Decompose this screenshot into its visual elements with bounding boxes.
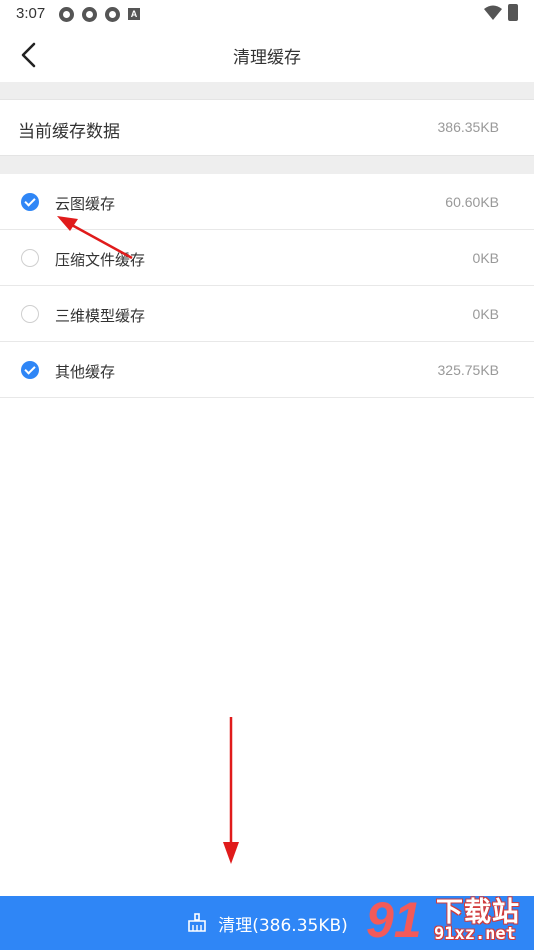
- checkbox-unchecked-icon[interactable]: [21, 305, 39, 323]
- status-time: 3:07: [16, 5, 46, 22]
- battery-icon: [508, 4, 518, 21]
- wifi-icon: [484, 5, 502, 20]
- watermark-url: 91xz.net: [434, 924, 516, 944]
- section-divider: [0, 156, 534, 174]
- cache-item-cloud-map[interactable]: 云图缓存 60.60KB: [0, 174, 534, 230]
- checkbox-checked-icon[interactable]: [21, 193, 39, 211]
- cache-item-label: 压缩文件缓存: [55, 251, 146, 269]
- total-cache-label: 当前缓存数据: [18, 122, 120, 142]
- cache-item-size: 60.60KB: [445, 194, 499, 210]
- cache-item-label: 云图缓存: [55, 195, 116, 213]
- annotation-arrow-to-clean-button: [223, 717, 239, 864]
- cache-item-size: 325.75KB: [437, 362, 500, 378]
- checkbox-checked-icon[interactable]: [21, 361, 39, 379]
- page-title: 清理缓存: [233, 48, 301, 68]
- clean-button-label: 清理(386.35KB): [218, 915, 348, 936]
- cache-item-size: 0KB: [472, 306, 499, 322]
- cache-item-label: 三维模型缓存: [55, 307, 146, 325]
- app-header: 清理缓存: [0, 28, 534, 82]
- cache-item-size: 0KB: [472, 250, 499, 266]
- section-divider: [0, 82, 534, 99]
- total-cache-row: 当前缓存数据 386.35KB: [0, 99, 534, 156]
- site-watermark: 91 下载站 91xz.net: [366, 888, 534, 950]
- cache-item-3d-model[interactable]: 三维模型缓存 0KB: [0, 286, 534, 342]
- checkbox-unchecked-icon[interactable]: [21, 249, 39, 267]
- app-notification-icon: [105, 7, 120, 22]
- a-badge-icon: A: [128, 8, 140, 20]
- broom-icon: [188, 913, 207, 932]
- status-bar: 3:07 A: [0, 0, 534, 28]
- cache-item-compressed-files[interactable]: 压缩文件缓存 0KB: [0, 230, 534, 286]
- app-notification-icon: [82, 7, 97, 22]
- app-notification-icon: [59, 7, 74, 22]
- cache-item-label: 其他缓存: [55, 363, 116, 381]
- cache-list: 云图缓存 60.60KB 压缩文件缓存 0KB 三维模型缓存 0KB 其他缓存 …: [0, 174, 534, 398]
- cache-item-other[interactable]: 其他缓存 325.75KB: [0, 342, 534, 398]
- status-icons: A: [59, 7, 140, 22]
- watermark-logo: 91: [366, 892, 422, 948]
- total-cache-value: 386.35KB: [437, 119, 500, 135]
